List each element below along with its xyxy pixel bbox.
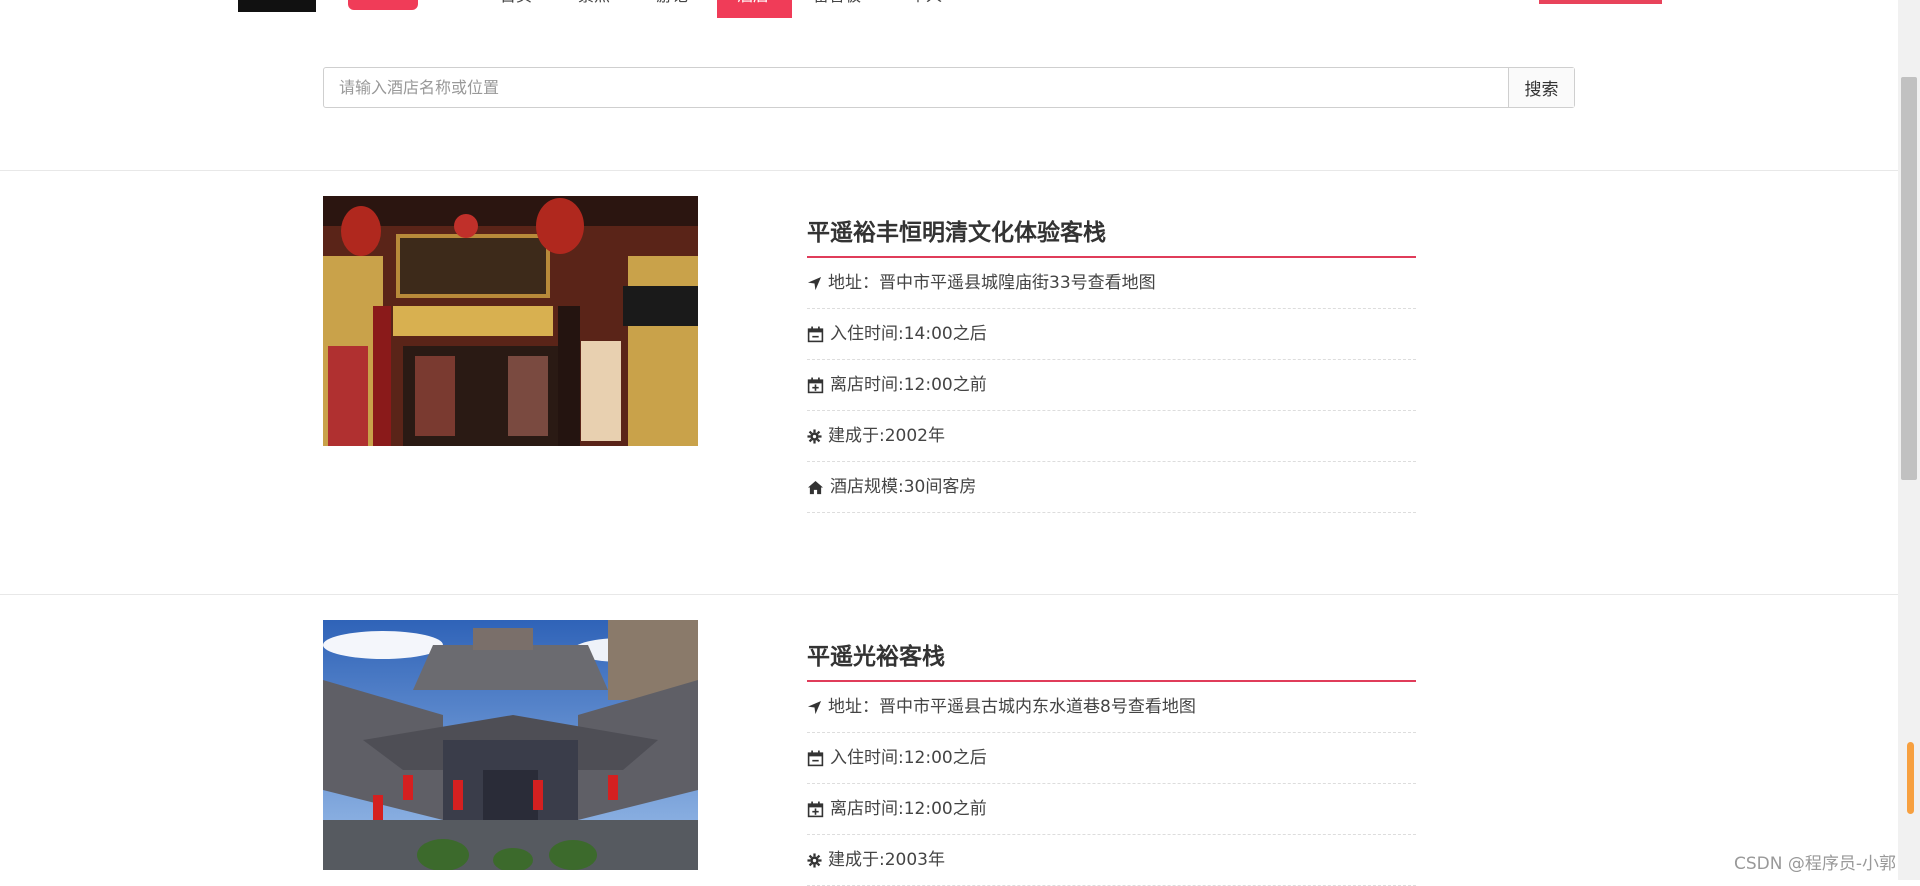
hotel-built-row: 建成于:2003年 <box>807 835 1416 886</box>
hotel-address[interactable]: 地址：晋中市平遥县城隍庙街33号查看地图 <box>828 258 1156 308</box>
hotel-checkin-row: 入住时间:14:00之后 <box>807 309 1416 360</box>
nav-hotels-active[interactable]: 酒店 <box>717 0 792 18</box>
section-divider <box>0 170 1898 171</box>
hotel-checkout-row: 离店时间:12:00之前 <box>807 360 1416 411</box>
hotel-search-input[interactable] <box>324 68 1508 107</box>
scrollbar-thumb[interactable] <box>1901 77 1917 480</box>
user-area-underline[interactable] <box>1539 0 1662 4</box>
hotel-checkin-time: 入住时间:14:00之后 <box>830 324 987 344</box>
nav-personal[interactable]: 个人 <box>910 0 942 12</box>
location-arrow-icon <box>807 276 822 290</box>
nav-message-board[interactable]: 留言板 <box>813 0 861 12</box>
gear-icon <box>807 852 822 868</box>
site-logo[interactable] <box>238 0 316 12</box>
hotel-address[interactable]: 地址：晋中市平遥县古城内东水道巷8号查看地图 <box>828 682 1196 732</box>
nav-attractions[interactable]: 景点 <box>578 0 610 12</box>
hotel-scale-row: 酒店规模:30间客房 <box>807 462 1416 513</box>
hotel-checkin-row: 入住时间:12:00之后 <box>807 733 1416 784</box>
scroll-indicator <box>1907 742 1914 814</box>
location-arrow-icon <box>807 700 822 714</box>
nav-travelogues[interactable]: 游记 <box>656 0 688 12</box>
calendar-minus-icon <box>807 750 824 766</box>
watermark-text: CSDN @程序员-小郭 <box>1733 854 1896 874</box>
site-logo-accent <box>348 0 418 10</box>
hotel-built-year: 建成于:2002年 <box>828 426 945 446</box>
hotel-address-row: 地址：晋中市平遥县古城内东水道巷8号查看地图 <box>807 682 1416 733</box>
nav-home[interactable]: 首页 <box>500 0 532 12</box>
hotel-checkin-time: 入住时间:12:00之后 <box>830 748 987 768</box>
hotel-checkout-time: 离店时间:12:00之前 <box>830 375 987 395</box>
hotel-checkout-time: 离店时间:12:00之前 <box>830 799 987 819</box>
hotel-image[interactable] <box>323 620 698 870</box>
hotel-built-row: 建成于:2002年 <box>807 411 1416 462</box>
hotel-info-card: 平遥裕丰恒明清文化体验客栈 地址：晋中市平遥县城隍庙街33号查看地图 入住时间:… <box>807 210 1416 513</box>
gear-icon <box>807 428 822 444</box>
hotel-info-card: 平遥光裕客栈 地址：晋中市平遥县古城内东水道巷8号查看地图 入住时间:12:00… <box>807 634 1416 886</box>
search-button[interactable]: 搜索 <box>1508 68 1574 107</box>
nav-hotels[interactable]: 酒店 <box>737 0 769 12</box>
calendar-plus-icon <box>807 801 824 817</box>
home-icon <box>808 480 823 494</box>
hotel-address-row: 地址：晋中市平遥县城隍庙街33号查看地图 <box>807 258 1416 309</box>
hotel-name[interactable]: 平遥裕丰恒明清文化体验客栈 <box>807 210 1416 258</box>
hotel-built-year: 建成于:2003年 <box>828 850 945 870</box>
calendar-minus-icon <box>807 326 824 342</box>
hotel-search-bar: 搜索 <box>323 67 1575 108</box>
section-divider <box>0 594 1898 595</box>
hotel-name[interactable]: 平遥光裕客栈 <box>807 634 1416 682</box>
top-nav-bar: 首页 景点 游记 酒店 留言板 个人 <box>0 0 1898 20</box>
hotel-image[interactable] <box>323 196 698 446</box>
calendar-plus-icon <box>807 377 824 393</box>
hotel-room-scale: 酒店规模:30间客房 <box>830 477 977 497</box>
hotel-checkout-row: 离店时间:12:00之前 <box>807 784 1416 835</box>
